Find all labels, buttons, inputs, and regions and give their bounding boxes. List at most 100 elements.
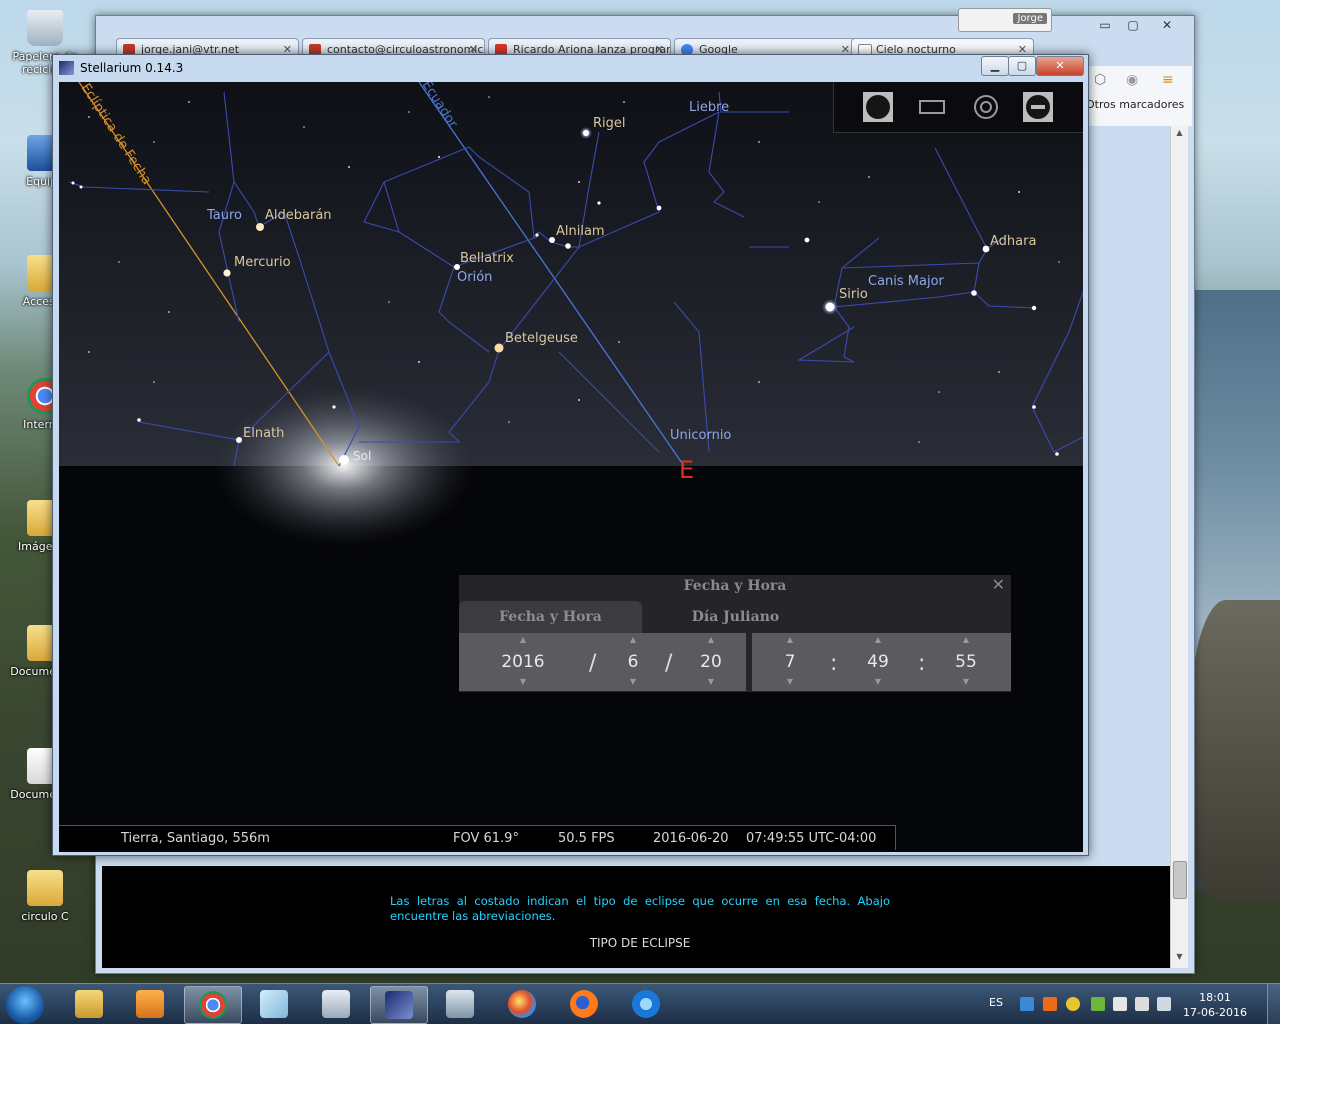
chevron-up-icon[interactable]: ▲ [603,635,663,644]
star [1055,452,1059,456]
taskbar-explorer[interactable] [61,986,117,1022]
date-spinbox-group: ▲ 2016 ▼ / ▲ 6 ▼ / ▲ 20 ▼ [459,633,746,691]
star [88,351,90,353]
sky-view[interactable]: Eclíptica de Fecha Ecuador Rigel Liebre … [59,82,1083,852]
stellarium-app-icon [59,61,74,75]
star [1031,305,1037,311]
day-spinner[interactable]: ▲ 20 ▼ [681,633,741,691]
scrollbar-thumb[interactable] [1173,861,1187,899]
avast-tray-icon[interactable] [1043,997,1057,1011]
chevron-up-icon[interactable]: ▲ [681,635,741,644]
browser-close-button[interactable]: ✕ [1154,18,1180,32]
label-canis-major: Canis Major [868,274,945,289]
browser-maximize-button[interactable]: ▢ [1120,18,1146,32]
language-indicator[interactable]: ES [989,996,1003,1009]
scanner-icon [446,990,474,1018]
view-tools-panel [833,82,1083,133]
sky-chart[interactable]: Eclíptica de Fecha Ecuador Rigel Liebre … [59,82,1083,852]
planet-mercury [223,269,231,277]
action-center-flag-icon[interactable] [1113,997,1127,1011]
clock[interactable]: 18:01 17-06-2016 [1175,990,1255,1020]
browser-minimize-button[interactable]: ▭ [1092,18,1118,32]
extension-shield-icon[interactable]: ⬡ [1094,72,1106,88]
internet-explorer-icon [632,990,660,1018]
chevron-down-icon[interactable]: ▼ [848,677,908,686]
menu-icon[interactable]: ≡ [1162,72,1174,88]
star-aldebaran [256,223,264,231]
page-heading: TIPO DE ECLIPSE [589,936,691,950]
stellarium-title: Stellarium 0.14.3 [80,61,184,75]
label-elnath: Elnath [243,426,284,441]
scroll-up-arrow-icon[interactable]: ▲ [1171,128,1188,137]
chevron-up-icon[interactable]: ▲ [936,635,996,644]
notes-icon [260,990,288,1018]
security-tray-icon[interactable] [1066,997,1080,1011]
frame-rectangle-icon[interactable] [916,91,948,123]
tab-dia-juliano[interactable]: Día Juliano [644,601,827,633]
desktop-icon-circulo[interactable]: circulo C [10,870,80,923]
start-button[interactable] [6,986,44,1024]
chevron-down-icon[interactable]: ▼ [603,677,663,686]
star-adhara [982,245,990,253]
stellarium-window: Stellarium 0.14.3 ▁ ▢ ✕ Eclíptica de Fec… [52,54,1089,856]
browser-user-badge[interactable]: Jorge [958,8,1052,32]
label-sirius: Sirio [839,287,868,302]
star [597,201,601,205]
browser-user-name: Jorge [1013,13,1047,24]
taskbar-media-player[interactable] [122,986,178,1022]
tab-fecha-hora[interactable]: Fecha y Hora [459,601,642,633]
second-spinner[interactable]: ▲ 55 ▼ [936,633,996,691]
network-icon[interactable] [1135,997,1149,1011]
status-date: 2016-06-20 [653,831,729,846]
chevron-down-icon[interactable]: ▼ [936,677,996,686]
taskbar-calculator[interactable] [308,986,364,1022]
target-circle-icon[interactable] [970,91,1002,123]
nvidia-tray-icon[interactable] [1091,997,1105,1011]
star [88,116,90,118]
sun-glow [214,386,474,546]
year-spinner[interactable]: ▲ 2016 ▼ [493,633,553,691]
month-spinner[interactable]: ▲ 6 ▼ [603,633,663,691]
close-icon[interactable]: ✕ [992,575,1005,594]
chevron-down-icon[interactable]: ▼ [493,677,553,686]
star [79,185,83,189]
settings-wrench-icon[interactable] [1022,91,1054,123]
minute-spinner[interactable]: ▲ 49 ▼ [848,633,908,691]
label-taurus: Tauro [206,208,242,223]
chevron-down-icon[interactable]: ▼ [681,677,741,686]
stellarium-icon [385,991,413,1019]
taskbar-firefox[interactable] [556,986,612,1022]
taskbar-notes[interactable] [246,986,302,1022]
network-tray-icon[interactable] [1020,997,1034,1011]
close-button[interactable]: ✕ [1036,56,1084,76]
hour-spinner[interactable]: ▲ 7 ▼ [760,633,820,691]
status-fps: 50.5 FPS [558,831,615,846]
stellarium-titlebar[interactable]: Stellarium 0.14.3 ▁ ▢ ✕ [53,55,1088,81]
minimize-button[interactable]: ▁ [981,56,1009,76]
taskbar-chrome[interactable] [184,986,242,1024]
scroll-down-arrow-icon[interactable]: ▼ [1171,952,1188,961]
show-desktop-button[interactable] [1267,984,1280,1024]
chevron-up-icon[interactable]: ▲ [848,635,908,644]
taskbar: ES 18:01 17-06-2016 [0,983,1280,1024]
star [137,418,141,422]
chevron-up-icon[interactable]: ▲ [493,635,553,644]
chevron-down-icon[interactable]: ▼ [760,677,820,686]
taskbar-paint[interactable] [494,986,550,1022]
taskbar-scanner[interactable] [432,986,488,1022]
browser-scrollbar[interactable]: ▲ ▼ [1170,126,1188,968]
maximize-button[interactable]: ▢ [1008,56,1036,76]
star [153,141,155,143]
label-betelgeuse: Betelgeuse [505,331,578,346]
taskbar-internet-explorer[interactable] [618,986,674,1022]
volume-icon[interactable] [1157,997,1171,1011]
planet-disc-icon[interactable] [862,91,894,123]
star [578,399,580,401]
date-separator: / [589,651,597,676]
taskbar-stellarium[interactable] [370,986,428,1024]
status-time: 07:49:55 UTC-04:00 [746,831,877,846]
chevron-up-icon[interactable]: ▲ [760,635,820,644]
bookmarks-other[interactable]: Otros marcadores [1086,98,1184,111]
label-aldebaran: Aldebarán [265,208,332,223]
extension-icon[interactable]: ◉ [1126,72,1138,88]
